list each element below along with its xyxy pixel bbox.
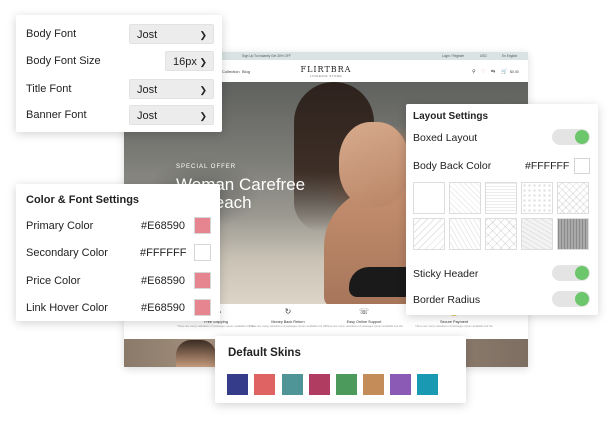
pattern-1[interactable] [413, 182, 445, 214]
body-back-color-swatch[interactable] [574, 158, 590, 174]
body-font-label: Body Font [26, 28, 77, 40]
pattern-10[interactable] [557, 218, 589, 250]
price-color-swatch[interactable] [194, 272, 211, 289]
border-radius-label: Border Radius [413, 294, 481, 306]
banner-font-label: Banner Font [26, 109, 87, 121]
skin-swatch-8[interactable] [417, 374, 438, 395]
feature-money-back: ↻ Money Back Return There are many varia… [248, 307, 328, 329]
border-radius-toggle[interactable] [552, 291, 590, 307]
search-icon[interactable]: ⚲ [472, 69, 476, 75]
feature-desc: There are many variations of passages ip… [325, 324, 403, 328]
title-font-select[interactable]: Jost ❯ [129, 79, 214, 99]
secondary-color-value[interactable]: #FFFFFF [140, 247, 186, 259]
link-hover-color-label: Link Hover Color [26, 302, 108, 314]
compare-icon[interactable]: ⇆ [491, 69, 495, 75]
pattern-5[interactable] [557, 182, 589, 214]
sticky-header-label: Sticky Header [413, 268, 479, 280]
chevron-down-icon: ❯ [199, 57, 207, 67]
body-font-size-label: Body Font Size [26, 55, 101, 67]
hero-model-face [339, 122, 409, 207]
pattern-9[interactable] [521, 218, 553, 250]
skin-swatch-6[interactable] [363, 374, 384, 395]
body-back-color-value[interactable]: #FFFFFF [525, 160, 569, 172]
headset-icon: ☏ [358, 307, 369, 316]
chevron-down-icon: ❯ [199, 30, 207, 40]
price-color-label: Price Color [26, 275, 81, 287]
body-font-value: Jost [137, 29, 158, 41]
chevron-down-icon: ❯ [199, 85, 207, 95]
body-font-select[interactable]: Jost ❯ [129, 24, 214, 44]
layout-settings-panel: Layout Settings Boxed Layout Body Back C… [406, 104, 598, 315]
toggle-knob [575, 266, 589, 280]
color-font-settings-panel: Color & Font Settings Primary Color #E68… [16, 184, 220, 321]
link-hover-color-value[interactable]: #E68590 [141, 302, 185, 314]
heart-icon[interactable]: ♡ [481, 69, 485, 75]
feature-desc: There are many variations of passages ip… [177, 324, 255, 328]
sticky-header-toggle[interactable] [552, 265, 590, 281]
topbar-login[interactable]: Login / Register [442, 54, 464, 58]
topbar-currency[interactable]: USD [480, 54, 487, 58]
topbar-promo: Sign Up To Instantly Get 30% OFF [242, 54, 291, 58]
secondary-color-label: Secondary Color [26, 247, 108, 259]
boxed-layout-toggle[interactable] [552, 129, 590, 145]
body-back-color-label: Body Back Color [413, 160, 492, 172]
secondary-color-swatch[interactable] [194, 244, 211, 261]
topbar-language[interactable]: En English [502, 54, 517, 58]
primary-color-swatch[interactable] [194, 217, 211, 234]
price-color-value[interactable]: #E68590 [141, 275, 185, 287]
default-skins-panel: Default Skins [215, 336, 466, 403]
toggle-knob [575, 292, 589, 306]
cart-total: $0.00 [510, 70, 519, 74]
banner-font-select[interactable]: Jost ❯ [129, 105, 214, 125]
skin-swatch-7[interactable] [390, 374, 411, 395]
primary-color-label: Primary Color [26, 220, 94, 232]
pattern-6[interactable] [413, 218, 445, 250]
pattern-3[interactable] [485, 182, 517, 214]
body-font-size-value: 16px [173, 56, 197, 68]
pattern-2[interactable] [449, 182, 481, 214]
money-back-icon: ↻ [284, 307, 292, 316]
toggle-knob [575, 130, 589, 144]
primary-color-value[interactable]: #E68590 [141, 220, 185, 232]
title-font-value: Jost [137, 84, 158, 96]
title-font-label: Title Font [26, 83, 72, 95]
skin-swatch-5[interactable] [336, 374, 357, 395]
product-strip-model [176, 340, 216, 367]
chevron-down-icon: ❯ [199, 111, 207, 121]
feature-desc: There are many variations of passages ip… [415, 324, 493, 328]
feature-online-support: ☏ Easy Online Support There are many var… [324, 307, 404, 329]
skin-swatch-4[interactable] [309, 374, 330, 395]
skin-swatch-2[interactable] [254, 374, 275, 395]
pattern-4[interactable] [521, 182, 553, 214]
link-hover-color-swatch[interactable] [194, 299, 211, 316]
layout-settings-title: Layout Settings [413, 111, 489, 122]
feature-desc: There are many variations of passages ip… [249, 324, 327, 328]
hero-kicker: SPECIAL OFFER [176, 164, 237, 170]
default-skins-title: Default Skins [228, 347, 301, 359]
body-font-size-select[interactable]: 16px ❯ [165, 51, 214, 71]
skin-swatch-3[interactable] [282, 374, 303, 395]
boxed-layout-label: Boxed Layout [413, 132, 478, 144]
pattern-8[interactable] [485, 218, 517, 250]
skin-swatch-1[interactable] [227, 374, 248, 395]
color-settings-title: Color & Font Settings [26, 194, 140, 206]
font-settings-panel: Body Font Jost ❯ Body Font Size 16px ❯ Tit… [16, 15, 222, 132]
banner-font-value: Jost [137, 110, 158, 122]
pattern-7[interactable] [449, 218, 481, 250]
cart-icon[interactable]: 🛒 [501, 69, 507, 75]
